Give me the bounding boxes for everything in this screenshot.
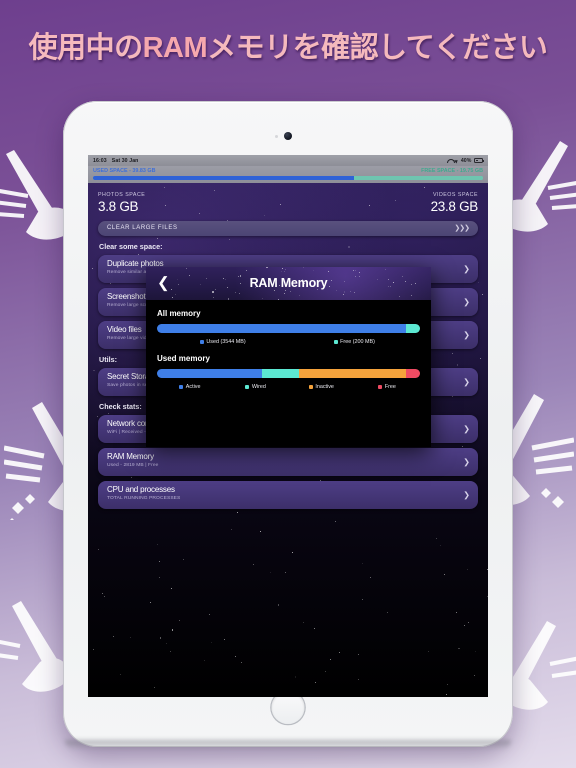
storage-free-segment	[354, 176, 483, 180]
legend-label: Inactive	[315, 384, 334, 390]
back-chevron-icon[interactable]: ❮	[157, 276, 170, 291]
chevron-right-icon: ❯	[463, 424, 470, 433]
card-subtitle: TOTAL RUNNING PROCESSES	[107, 496, 469, 501]
section-title-clear-space: Clear some space:	[99, 242, 478, 251]
status-date: Sat 30 Jan	[112, 158, 139, 164]
modal-header: ❮ RAM Memory	[146, 267, 431, 300]
battery-icon	[474, 158, 483, 163]
bar-segment-inactive	[299, 369, 406, 378]
storage-summary: USED SPACE - 39.83 GB FREE SPACE - 19.75…	[88, 166, 488, 183]
all-memory-bar	[157, 324, 420, 333]
chevron-right-icon: ❯	[463, 490, 470, 499]
bar-segment-wired	[262, 369, 299, 378]
legend-label: Free (200 MB)	[340, 339, 375, 345]
storage-progress-bar	[93, 176, 483, 180]
legend-color-swatch	[309, 385, 313, 389]
headline-prefix: 使用中の	[29, 32, 143, 64]
list-item[interactable]: CPU and processes TOTAL RUNNING PROCESSE…	[98, 481, 478, 509]
headline-ram: RAM	[143, 32, 208, 64]
ipad-device-frame: 16:03 Sat 30 Jan 40% USED SPACE - 39.83 …	[63, 101, 513, 747]
legend-item: Used (3544 MB)	[157, 339, 289, 345]
page-title: 使用中のRAMメモリを確認してください	[0, 24, 576, 66]
all-memory-heading: All memory	[157, 309, 420, 318]
legend-item: Wired	[223, 384, 289, 390]
ios-status-bar: 16:03 Sat 30 Jan 40%	[88, 155, 488, 166]
legend-label: Used (3544 MB)	[206, 339, 245, 345]
legend-color-swatch	[334, 340, 338, 344]
chevron-right-icon: ❯	[463, 297, 470, 306]
legend-item: Free (200 MB)	[289, 339, 421, 345]
bar-segment-used	[157, 324, 406, 333]
battery-percent: 40%	[461, 158, 472, 164]
starfield-decoration	[146, 267, 431, 300]
videos-space-value: 23.8 GB	[431, 199, 478, 214]
legend-color-swatch	[378, 385, 382, 389]
used-memory-legend: Active Wired Inactive Free	[157, 384, 420, 390]
photos-space-value: 3.8 GB	[98, 199, 145, 214]
wifi-icon	[447, 158, 453, 163]
card-subtitle: Used - 2819 MB | Free	[107, 463, 469, 468]
used-space-label: USED SPACE - 39.83 GB	[93, 168, 156, 174]
legend-item: Inactive	[289, 384, 355, 390]
clear-large-files-label: CLEAR LARGE FILES	[107, 225, 178, 231]
videos-space-caption: VIDEOS SPACE	[431, 192, 478, 198]
status-time: 16:03	[93, 158, 107, 164]
list-item[interactable]: RAM Memory Used - 2819 MB | Free ❯	[98, 448, 478, 476]
bar-segment-free	[406, 369, 420, 378]
bar-segment-active	[157, 369, 262, 378]
chevron-right-icon: ❯	[463, 264, 470, 273]
space-overview: PHOTOS SPACE 3.8 GB VIDEOS SPACE 23.8 GB	[88, 183, 488, 221]
legend-label: Wired	[252, 384, 266, 390]
location-arrow-icon	[454, 158, 459, 163]
ram-memory-modal: ❮ RAM Memory All memory Used (3544 MB) Fr…	[146, 267, 431, 447]
chevron-right-icon: ❯	[463, 330, 470, 339]
chevron-right-triple-icon: ❯❯❯	[454, 224, 469, 232]
ambient-sensor-icon	[275, 135, 278, 138]
clear-large-files-button[interactable]: CLEAR LARGE FILES ❯❯❯	[98, 221, 478, 236]
card-title: RAM Memory	[107, 452, 469, 461]
legend-item: Free	[354, 384, 420, 390]
storage-used-segment	[93, 176, 354, 180]
broom-icon	[0, 600, 70, 710]
legend-color-swatch	[179, 385, 183, 389]
chevron-right-icon: ❯	[463, 457, 470, 466]
headline-suffix: メモリを確認してください	[207, 32, 547, 64]
device-screen: 16:03 Sat 30 Jan 40% USED SPACE - 39.83 …	[88, 155, 488, 697]
free-space-label: FREE SPACE - 19.75 GB	[421, 168, 483, 174]
used-memory-bar	[157, 369, 420, 378]
front-camera-icon	[284, 132, 292, 140]
chevron-right-icon: ❯	[463, 377, 470, 386]
modal-body: All memory Used (3544 MB) Free (200 MB) U…	[146, 300, 431, 390]
legend-label: Active	[186, 384, 201, 390]
photos-space-caption: PHOTOS SPACE	[98, 192, 145, 198]
legend-item: Active	[157, 384, 223, 390]
bar-segment-free	[406, 324, 420, 333]
all-memory-legend: Used (3544 MB) Free (200 MB)	[157, 339, 420, 345]
legend-color-swatch	[245, 385, 249, 389]
legend-label: Free	[385, 384, 396, 390]
app-content: PHOTOS SPACE 3.8 GB VIDEOS SPACE 23.8 GB…	[88, 183, 488, 697]
card-title: CPU and processes	[107, 485, 469, 494]
used-memory-heading: Used memory	[157, 354, 420, 363]
legend-color-swatch	[200, 340, 204, 344]
